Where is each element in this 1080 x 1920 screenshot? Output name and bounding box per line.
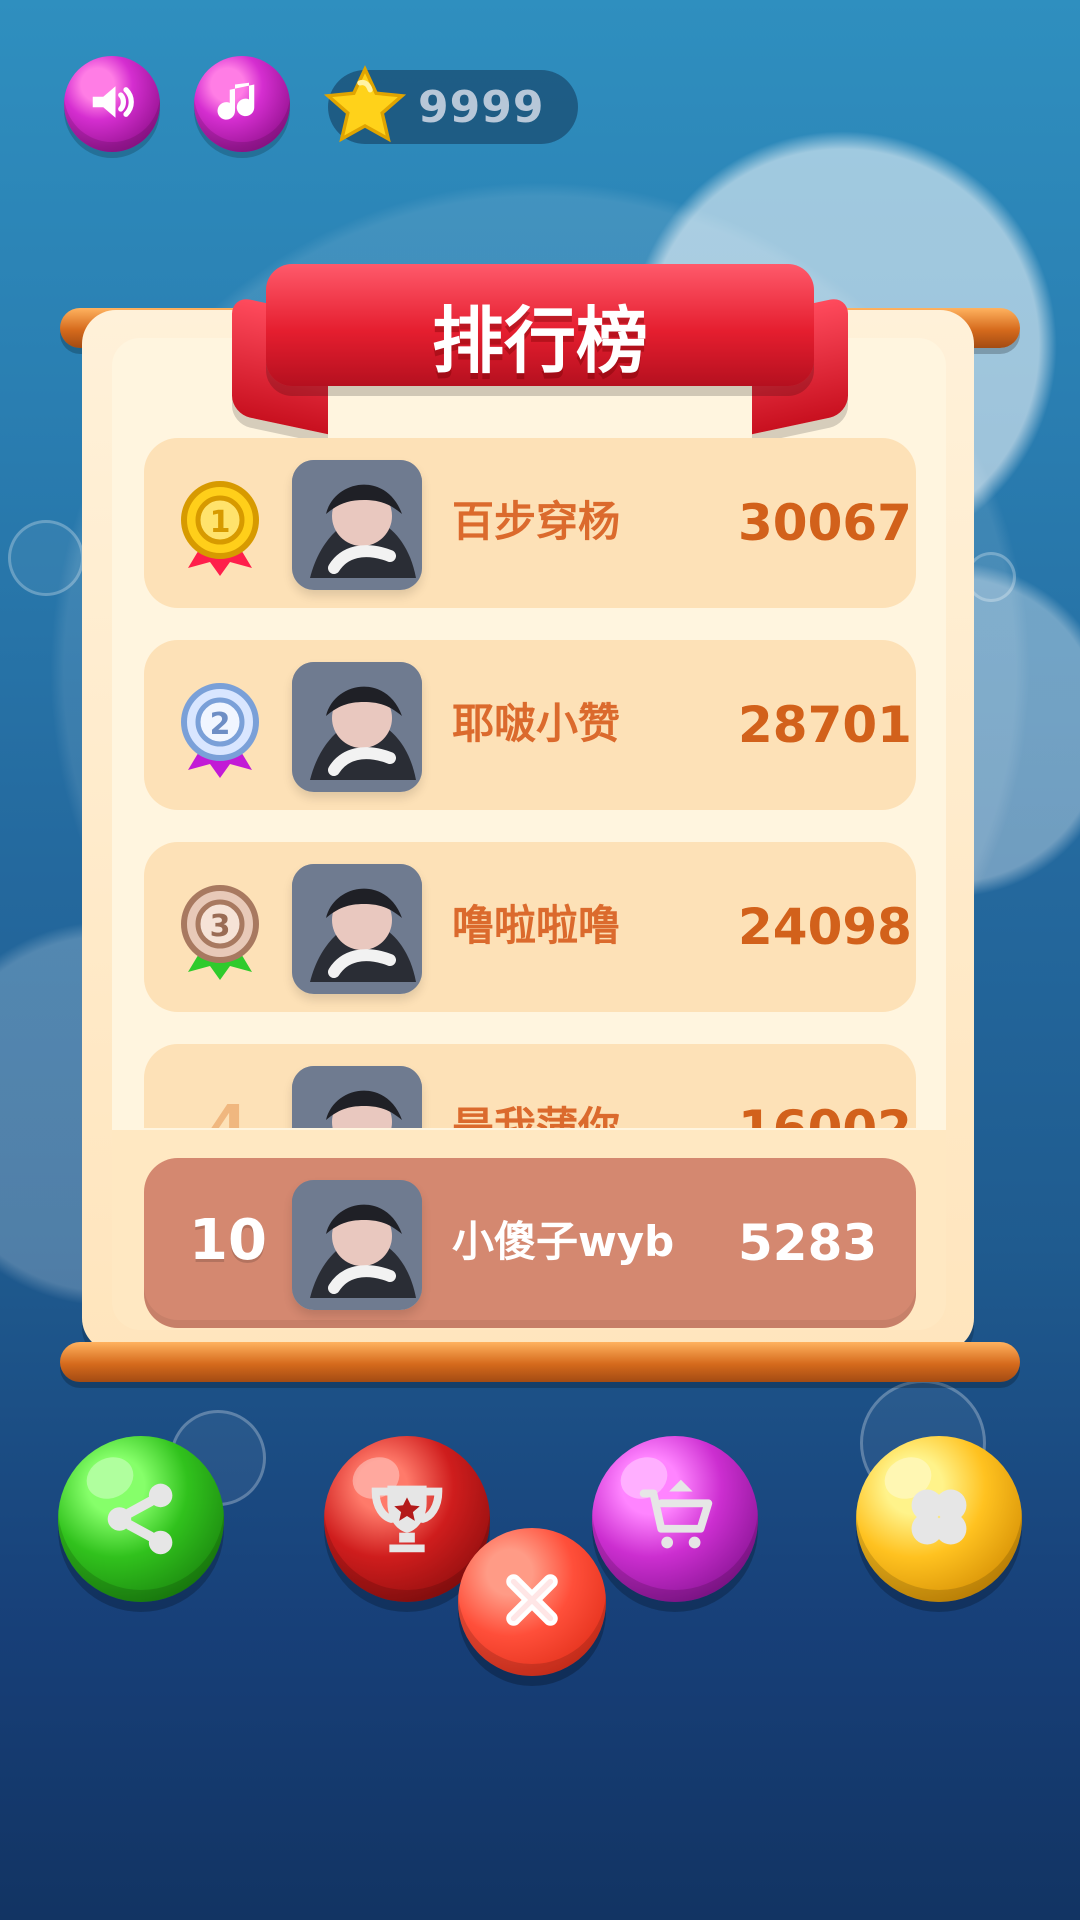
svg-text:1: 1 xyxy=(210,505,231,540)
music-toggle-button[interactable] xyxy=(194,56,290,152)
my-rank-row[interactable]: 10 小傻子wyb 5283 xyxy=(144,1158,916,1328)
leaderboard-row-4[interactable]: 4 是我蒲你 16002 xyxy=(144,1044,916,1128)
gold-medal-icon: 1 xyxy=(170,472,270,576)
close-icon xyxy=(486,1554,578,1650)
leaderboard-title: 排行榜 xyxy=(431,299,648,383)
my-name: 小傻子wyb xyxy=(452,1217,675,1266)
star-icon xyxy=(322,64,408,150)
bronze-medal-icon: 3 xyxy=(170,876,270,980)
silver-medal-icon: 2 xyxy=(170,674,270,778)
share-button[interactable] xyxy=(58,1436,224,1602)
leaderboard-row-2[interactable]: 2 耶啵小赞 28701 xyxy=(144,640,916,810)
my-score: 5283 xyxy=(738,1214,878,1272)
shop-button[interactable] xyxy=(592,1436,758,1602)
leaderboard-row-3[interactable]: 3 噜啦啦噜 24098 xyxy=(144,842,916,1012)
background-bubble xyxy=(8,520,84,596)
leaderboard-list[interactable]: 1 百步穿杨 30067 2 耶啵小赞 28701 3 噜啦啦噜 24098 4… xyxy=(144,438,916,1128)
player-avatar xyxy=(292,460,422,590)
player-name: 噜啦啦噜 xyxy=(452,901,621,950)
player-score: 30067 xyxy=(738,494,912,552)
leaderboard-row-1[interactable]: 1 百步穿杨 30067 xyxy=(144,438,916,608)
player-avatar xyxy=(292,1066,422,1128)
speaker-icon xyxy=(84,74,140,134)
leaderboard-title-ribbon: 排行榜 xyxy=(232,248,848,435)
trophy-icon xyxy=(358,1468,456,1570)
player-rank: 4 xyxy=(208,1094,248,1128)
player-name: 百步穿杨 xyxy=(452,497,621,546)
player-score: 28701 xyxy=(738,696,912,754)
ribbon-main: 排行榜 xyxy=(266,264,814,386)
shopping-cart-icon xyxy=(626,1468,724,1570)
player-name: 耶啵小赞 xyxy=(452,699,621,748)
player-score: 16002 xyxy=(738,1102,912,1128)
music-note-icon xyxy=(214,74,270,134)
clover-icon xyxy=(890,1468,988,1570)
svg-text:2: 2 xyxy=(210,707,231,742)
sound-toggle-button[interactable] xyxy=(64,56,160,152)
my-avatar xyxy=(292,1180,422,1310)
player-score: 24098 xyxy=(738,898,912,956)
panel-bottom-rod xyxy=(60,1342,1020,1382)
coins-value: 9999 xyxy=(418,82,545,133)
player-avatar xyxy=(292,864,422,994)
player-avatar xyxy=(292,662,422,792)
player-name: 是我蒲你 xyxy=(452,1103,621,1128)
my-rank: 10 xyxy=(189,1208,267,1273)
share-icon xyxy=(92,1468,190,1570)
more-button[interactable] xyxy=(856,1436,1022,1602)
svg-text:3: 3 xyxy=(210,909,231,944)
close-button[interactable] xyxy=(458,1528,606,1676)
